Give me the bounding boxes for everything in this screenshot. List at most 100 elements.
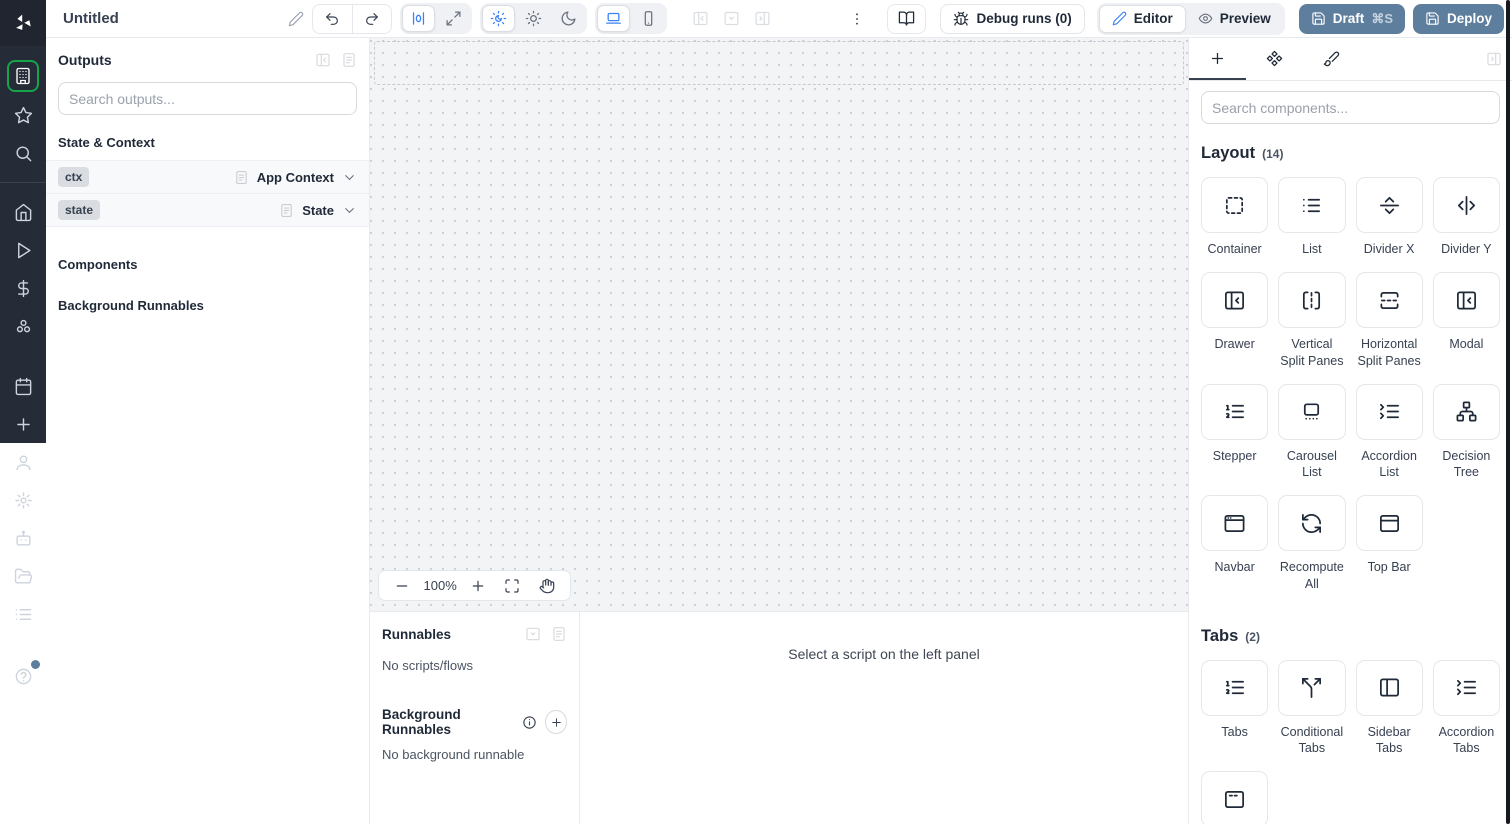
fit-width-toggle[interactable] bbox=[401, 5, 435, 32]
tab-insert-component[interactable] bbox=[1189, 38, 1246, 80]
panel-left-toggle-icon[interactable] bbox=[692, 10, 709, 27]
mobile-view-button[interactable] bbox=[632, 5, 665, 32]
sun-moon-icon bbox=[490, 10, 507, 27]
windmill-logo[interactable] bbox=[0, 0, 46, 46]
component-label: Sidebar Tabs bbox=[1367, 724, 1411, 755]
component-card-list[interactable] bbox=[1278, 177, 1346, 233]
component-card-modal[interactable] bbox=[1432, 272, 1500, 329]
invisible-tabs-icon bbox=[1223, 788, 1246, 811]
deploy-button[interactable]: Deploy bbox=[1412, 3, 1504, 34]
component-item bbox=[1201, 771, 1269, 824]
panel-bottom-toggle-icon[interactable] bbox=[723, 10, 740, 27]
collapse-panel-icon[interactable] bbox=[315, 52, 331, 68]
draft-button[interactable]: Draft ⌘S bbox=[1298, 3, 1405, 34]
zoom-in-button[interactable] bbox=[465, 573, 491, 599]
component-card-vertical-split-panes[interactable] bbox=[1278, 272, 1346, 329]
components-panel-body: Layout (14) Container List Divider X Divider … bbox=[1189, 81, 1512, 824]
component-label: List bbox=[1302, 242, 1322, 256]
sidebar-item-favorites[interactable] bbox=[0, 98, 46, 132]
sidebar-item-schedules[interactable] bbox=[0, 369, 46, 403]
sidebar-item-apps-workspace[interactable] bbox=[7, 60, 39, 92]
drawer-icon bbox=[1455, 289, 1478, 312]
right-scrollbar[interactable] bbox=[1506, 0, 1510, 824]
sidebar-item-users[interactable] bbox=[0, 445, 46, 479]
outputs-search-input[interactable] bbox=[69, 90, 346, 107]
tab-preview[interactable]: Preview bbox=[1186, 5, 1283, 33]
ctx-row[interactable]: ctx App Context bbox=[46, 161, 369, 194]
fit-view-button[interactable] bbox=[499, 573, 525, 599]
sidebar-item-resources[interactable] bbox=[0, 309, 46, 343]
theme-light-button[interactable] bbox=[517, 5, 550, 32]
component-card-conditional-tabs[interactable] bbox=[1278, 659, 1346, 716]
document-icon[interactable] bbox=[551, 626, 567, 642]
chevron-down-icon[interactable] bbox=[342, 170, 357, 185]
zoom-out-button[interactable] bbox=[389, 573, 415, 599]
debug-runs-button[interactable]: Debug runs (0) bbox=[940, 3, 1085, 34]
panel-right-toggle-icon[interactable] bbox=[754, 10, 771, 27]
component-item: Divider X bbox=[1355, 177, 1423, 257]
sidebar-item-logs[interactable] bbox=[0, 597, 46, 631]
component-card-carousel-list[interactable] bbox=[1278, 383, 1346, 440]
sidebar-item-help[interactable] bbox=[0, 659, 46, 693]
sidebar-item-add[interactable] bbox=[0, 407, 46, 441]
tab-editor[interactable]: Editor bbox=[1098, 4, 1186, 33]
top-bar-icon bbox=[1378, 512, 1401, 535]
tab-component-settings[interactable] bbox=[1246, 38, 1303, 80]
state-row[interactable]: state State bbox=[46, 194, 369, 227]
chevron-down-icon[interactable] bbox=[342, 203, 357, 218]
component-card-accordion-tabs[interactable] bbox=[1432, 659, 1500, 716]
component-item: Navbar bbox=[1201, 495, 1269, 592]
component-label: Decision Tree bbox=[1442, 448, 1491, 479]
component-card-invisible-tabs[interactable] bbox=[1201, 771, 1269, 824]
left-sidebar bbox=[0, 0, 46, 824]
component-card-accordion-list[interactable] bbox=[1355, 383, 1423, 440]
canvas-drop-zone[interactable] bbox=[374, 41, 1184, 85]
edit-title-pencil-icon[interactable] bbox=[288, 11, 304, 27]
redo-button[interactable] bbox=[351, 4, 391, 33]
sidebar-item-variables[interactable] bbox=[0, 271, 46, 305]
pan-mode-button[interactable] bbox=[534, 573, 560, 599]
component-card-divider-y[interactable] bbox=[1432, 177, 1500, 233]
component-card-horizontal-split-panes[interactable] bbox=[1355, 272, 1423, 329]
sidebar-item-workers[interactable] bbox=[0, 521, 46, 555]
component-card-drawer[interactable] bbox=[1201, 272, 1269, 329]
component-card-recompute-all[interactable] bbox=[1278, 495, 1346, 552]
collapse-right-panel-icon[interactable] bbox=[1486, 51, 1502, 67]
theme-dark-button[interactable] bbox=[552, 5, 585, 32]
collapse-bottom-panel-icon[interactable] bbox=[525, 626, 541, 642]
component-card-tabs[interactable] bbox=[1201, 659, 1269, 716]
desktop-view-button[interactable] bbox=[596, 5, 630, 32]
component-card-decision-tree[interactable] bbox=[1432, 383, 1500, 440]
sidebar-item-folders[interactable] bbox=[0, 559, 46, 593]
component-card-navbar[interactable] bbox=[1201, 495, 1269, 552]
info-icon[interactable] bbox=[522, 715, 537, 730]
document-icon[interactable] bbox=[341, 52, 357, 68]
component-card-container[interactable] bbox=[1201, 177, 1269, 233]
canvas-zoom-toolbar: 100% bbox=[378, 570, 571, 601]
more-options-button[interactable] bbox=[847, 5, 867, 33]
sidebar-item-search[interactable] bbox=[0, 136, 46, 170]
expand-canvas-button[interactable] bbox=[437, 5, 470, 32]
divider-y-icon bbox=[1455, 194, 1478, 217]
app-canvas[interactable]: 100% bbox=[370, 38, 1188, 612]
component-card-sidebar-tabs[interactable] bbox=[1355, 659, 1423, 716]
sidebar-item-home[interactable] bbox=[0, 195, 46, 229]
sidebar-item-settings[interactable] bbox=[0, 483, 46, 517]
list-icon bbox=[1300, 194, 1323, 217]
theme-auto-button[interactable] bbox=[481, 5, 515, 32]
component-card-top-bar[interactable] bbox=[1355, 495, 1423, 552]
section-count: (2) bbox=[1245, 629, 1260, 644]
preview-eye-icon bbox=[1198, 11, 1213, 26]
component-item: Sidebar Tabs bbox=[1355, 659, 1423, 757]
component-card-divider-x[interactable] bbox=[1355, 177, 1423, 233]
undo-button[interactable] bbox=[313, 5, 352, 33]
tab-styling[interactable] bbox=[1303, 38, 1360, 80]
play-icon bbox=[14, 241, 33, 260]
add-background-runnable-button[interactable] bbox=[545, 710, 567, 734]
deploy-label: Deploy bbox=[1446, 11, 1492, 26]
components-search-input[interactable] bbox=[1212, 99, 1489, 116]
docs-button[interactable] bbox=[887, 3, 927, 34]
theme-group bbox=[479, 3, 587, 34]
component-card-stepper[interactable] bbox=[1201, 383, 1269, 440]
sidebar-item-runs[interactable] bbox=[0, 233, 46, 267]
